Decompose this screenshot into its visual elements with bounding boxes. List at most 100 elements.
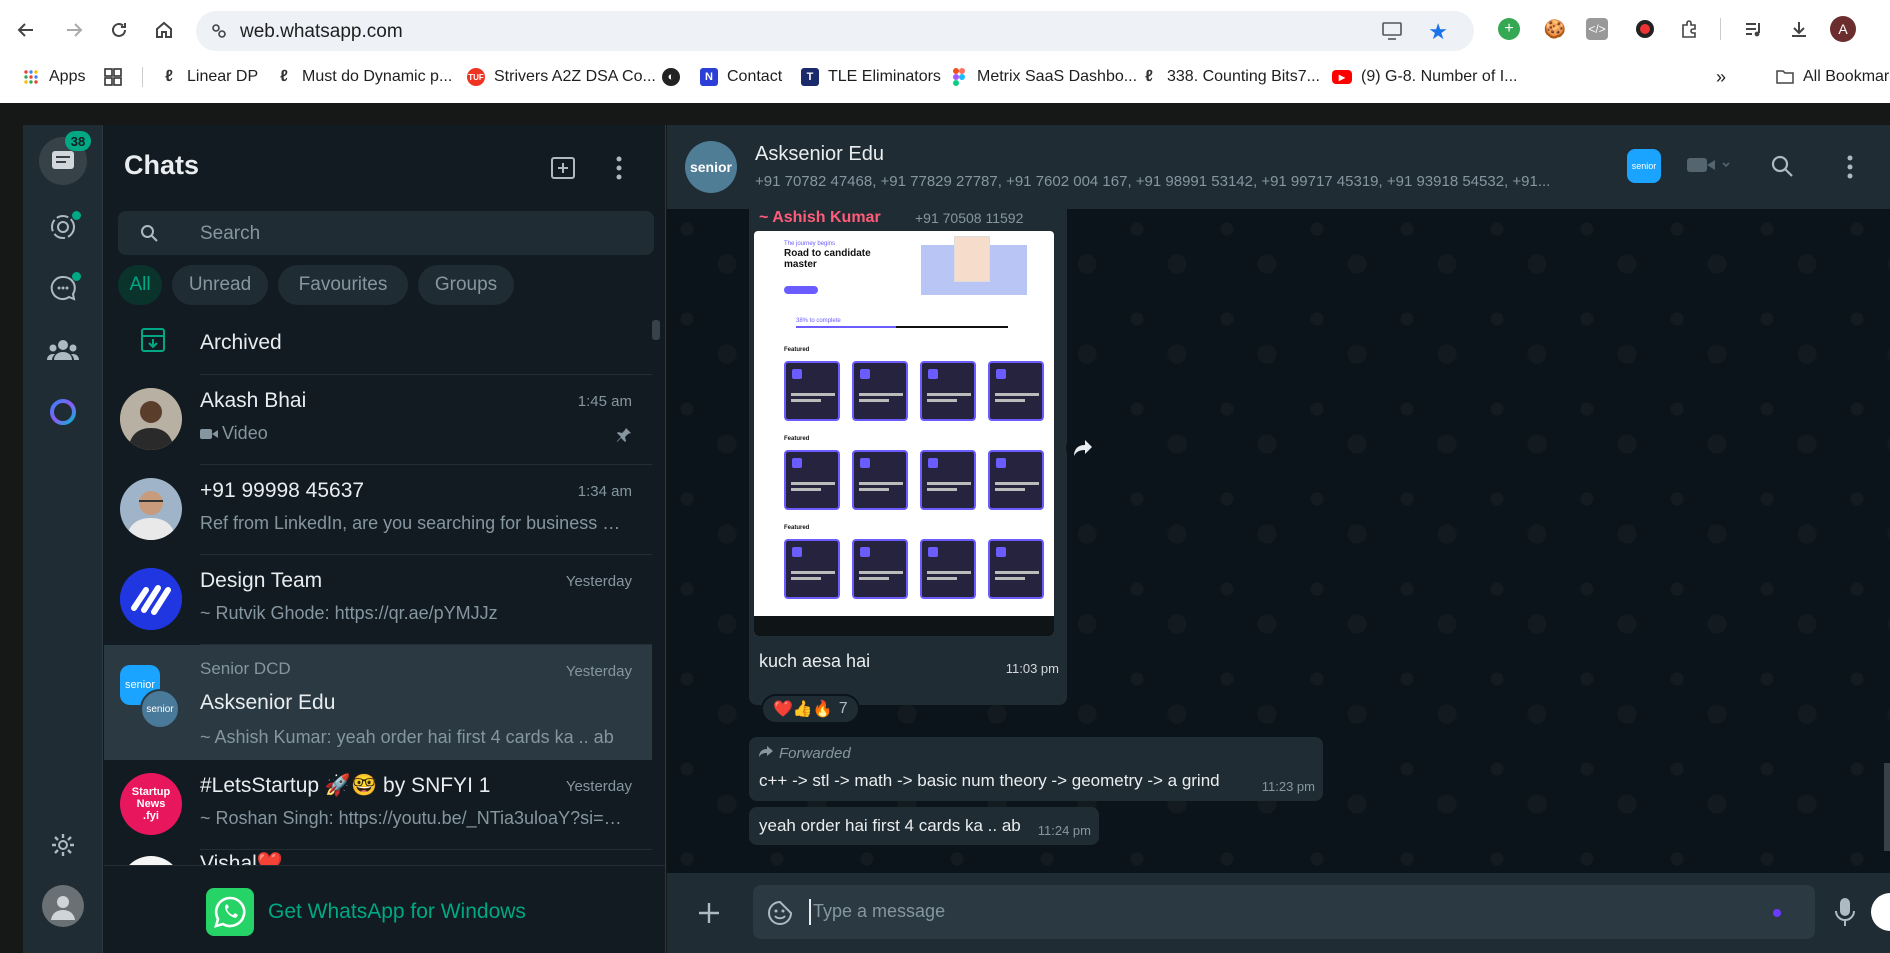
download-icon[interactable] bbox=[1786, 16, 1812, 42]
text-cursor bbox=[809, 899, 811, 925]
message-bubble[interactable]: yeah order hai first 4 cards ka .. ab 11… bbox=[749, 807, 1099, 845]
bookmark-contact[interactable]: N Contact bbox=[700, 64, 782, 90]
filter-unread[interactable]: Unread bbox=[172, 265, 268, 305]
youtube-icon: ▶ bbox=[1332, 70, 1352, 84]
chats-nav-icon[interactable]: 38 bbox=[39, 131, 91, 185]
preview-progress-fill bbox=[796, 326, 896, 328]
bookmark-tab-groups[interactable] bbox=[104, 64, 131, 90]
meta-ai-dot-icon[interactable] bbox=[1773, 909, 1781, 917]
chat-row-akash-bhai[interactable]: Akash Bhai 1:45 am Video bbox=[104, 375, 652, 465]
home-icon[interactable] bbox=[148, 14, 180, 46]
bookmark-metrix[interactable]: Metrix SaaS Dashbo... bbox=[950, 64, 1137, 90]
conversation-scrollbar[interactable] bbox=[1884, 763, 1890, 851]
color-extension-icon[interactable] bbox=[1632, 16, 1658, 42]
chat-row-design-team[interactable]: Design Team Yesterday ~ Rutvik Ghode: ht… bbox=[104, 555, 652, 645]
meta-ai-icon[interactable] bbox=[43, 392, 83, 432]
filter-favourites[interactable]: Favourites bbox=[278, 265, 408, 305]
chat-name: Asksenior Edu bbox=[200, 691, 336, 714]
site-settings-icon[interactable] bbox=[210, 22, 228, 45]
profile-avatar[interactable]: A bbox=[1830, 16, 1856, 42]
chat-list-panel: Chats Search All Unread Favourites Group… bbox=[104, 125, 666, 953]
status-nav-icon[interactable] bbox=[43, 207, 83, 247]
browser-chrome: web.whatsapp.com ★ + 🍪 </> A Apps ℓ Line… bbox=[0, 0, 1890, 103]
bookmark-linear-dp[interactable]: ℓ Linear DP bbox=[160, 64, 258, 90]
profile-avatar[interactable] bbox=[42, 885, 84, 927]
image-preview[interactable]: The journey begins Road to candidate mas… bbox=[754, 231, 1054, 636]
bookmark-tle[interactable]: T TLE Eliminators bbox=[801, 64, 941, 90]
bookmark-apps[interactable]: Apps bbox=[22, 64, 85, 90]
forward-icon[interactable] bbox=[58, 14, 90, 46]
conversation-panel: senior Asksenior Edu +91 70782 47468, +9… bbox=[667, 125, 1890, 953]
archived-row[interactable]: Archived bbox=[104, 311, 652, 375]
extensions-puzzle-icon[interactable] bbox=[1676, 16, 1702, 42]
chat-preview: Video bbox=[200, 423, 630, 445]
conversation-header[interactable]: senior Asksenior Edu +91 70782 47468, +9… bbox=[667, 125, 1890, 209]
preview-card bbox=[920, 450, 976, 510]
chat-row-vishal[interactable]: Vishal❤️ bbox=[104, 850, 652, 865]
group-avatar[interactable]: senior bbox=[685, 141, 737, 193]
all-bookmarks-folder[interactable]: All Bookmarks bbox=[1776, 64, 1890, 90]
cookie-icon[interactable]: 🍪 bbox=[1542, 16, 1568, 42]
attach-plus-icon[interactable] bbox=[697, 901, 721, 930]
bookmark-star-icon[interactable]: ★ bbox=[1428, 19, 1448, 45]
devtools-extension-icon[interactable]: </> bbox=[1586, 18, 1608, 40]
communities-nav-icon[interactable] bbox=[43, 330, 83, 370]
chat-preview: ~ Rutvik Ghode: https://qr.ae/pYMJJz bbox=[200, 603, 498, 623]
sticker-icon[interactable] bbox=[767, 900, 793, 931]
bookmark-strivers[interactable]: TUF Strivers A2Z DSA Co... bbox=[467, 64, 656, 90]
search-icon[interactable] bbox=[1771, 155, 1793, 182]
bookmark-counting-bits[interactable]: ℓ 338. Counting Bits7... bbox=[1140, 64, 1320, 90]
group-members: +91 70782 47468, +91 77829 27787, +91 76… bbox=[755, 173, 1551, 190]
video-icon bbox=[200, 424, 218, 445]
back-icon[interactable] bbox=[10, 14, 42, 46]
more-bookmarks-button[interactable]: » bbox=[1716, 64, 1726, 90]
leetcode-icon: ℓ bbox=[1145, 68, 1153, 85]
reactions-pill[interactable]: ❤️👍🔥 7 bbox=[761, 694, 860, 724]
menu-dots-icon[interactable] bbox=[1847, 155, 1853, 184]
chat-row-letsstartup[interactable]: Startup News .fyi #LetsStartup 🚀🤓 by SNFYI… bbox=[104, 760, 652, 850]
video-call-icon[interactable] bbox=[1687, 155, 1731, 180]
chat-row-contact-99998[interactable]: +91 99998 45637 1:34 am Ref from LinkedI… bbox=[104, 465, 652, 555]
group-name[interactable]: Asksenior Edu bbox=[755, 143, 884, 166]
forwarded-message[interactable]: Forwarded c++ -> stl -> math -> basic nu… bbox=[749, 737, 1323, 801]
chats-title: Chats bbox=[124, 150, 200, 180]
filter-all[interactable]: All bbox=[118, 265, 162, 305]
get-whatsapp-banner[interactable]: Get WhatsApp for Windows bbox=[104, 865, 665, 953]
channels-nav-icon[interactable] bbox=[43, 268, 83, 308]
search-input[interactable]: Search bbox=[200, 223, 260, 245]
media-queue-icon[interactable] bbox=[1740, 16, 1766, 42]
get-whatsapp-link[interactable]: Get WhatsApp for Windows bbox=[268, 900, 526, 924]
preview-card bbox=[784, 539, 840, 599]
tle-icon: T bbox=[801, 68, 819, 86]
extension-plus-icon[interactable]: + bbox=[1498, 18, 1520, 40]
reload-icon[interactable] bbox=[103, 14, 135, 46]
bookmark-globe[interactable]: ◐ bbox=[662, 64, 689, 90]
filter-groups[interactable]: Groups bbox=[418, 265, 514, 305]
browser-extension-floating-icon[interactable] bbox=[1871, 893, 1890, 931]
chat-name: +91 99998 45637 bbox=[200, 479, 365, 502]
sender-phone: +91 70508 11592 bbox=[915, 210, 1024, 226]
preview-card bbox=[784, 450, 840, 510]
new-chat-icon[interactable] bbox=[550, 155, 578, 186]
settings-gear-icon[interactable] bbox=[43, 825, 83, 865]
message-input-box[interactable]: Type a message bbox=[753, 885, 1815, 939]
forward-shortcut-icon[interactable] bbox=[1066, 431, 1100, 465]
list-scrollbar[interactable] bbox=[652, 320, 660, 340]
bookmark-must-do-dp[interactable]: ℓ Must do Dynamic p... bbox=[275, 64, 452, 90]
chat-row-asksenior-edu[interactable]: senior senior Senior DCD Asksenior Edu Y… bbox=[104, 645, 652, 760]
preview-section: Featured bbox=[784, 436, 810, 442]
contact-site-icon: N bbox=[700, 68, 718, 86]
microphone-icon[interactable] bbox=[1835, 897, 1855, 932]
install-app-icon[interactable] bbox=[1382, 21, 1404, 46]
community-badge-icon[interactable]: senior bbox=[1627, 149, 1661, 183]
image-message[interactable]: ~ Ashish Kumar +91 70508 11592 The journ… bbox=[749, 203, 1067, 705]
address-bar[interactable]: web.whatsapp.com ★ bbox=[196, 11, 1474, 51]
whatsapp-logo-icon bbox=[206, 888, 254, 936]
avatar bbox=[120, 856, 182, 865]
search-box[interactable]: Search bbox=[118, 211, 654, 255]
message-input[interactable]: Type a message bbox=[813, 901, 945, 922]
sender-name[interactable]: ~ Ashish Kumar bbox=[759, 209, 881, 227]
bookmark-youtube[interactable]: ▶ (9) G-8. Number of I... bbox=[1332, 64, 1517, 90]
menu-dots-icon[interactable] bbox=[616, 156, 622, 185]
chat-time: Yesterday bbox=[565, 573, 632, 590]
